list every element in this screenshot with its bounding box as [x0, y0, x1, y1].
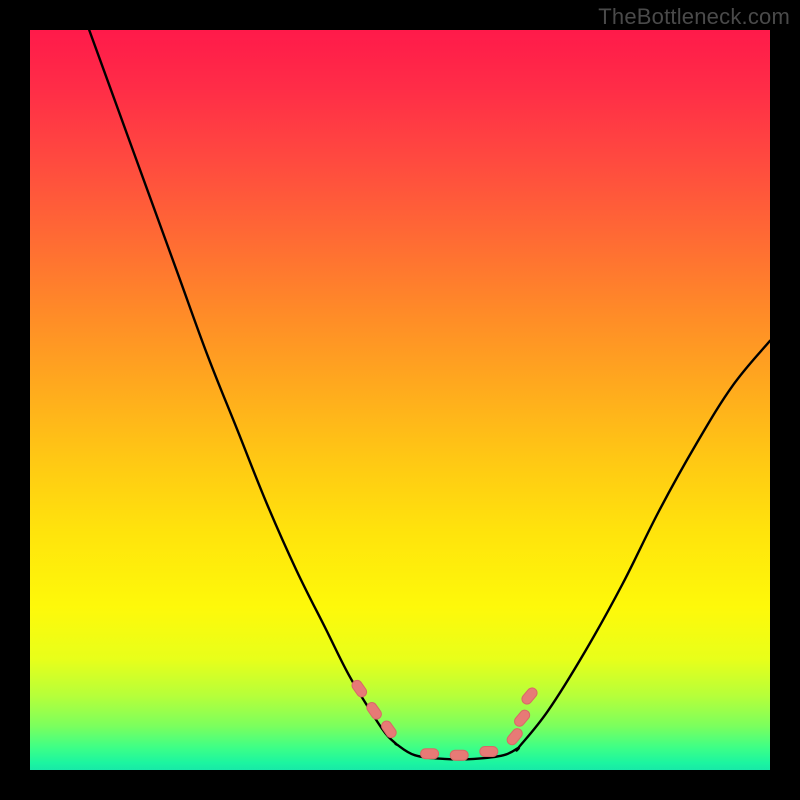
- highlight-marker: [421, 749, 439, 759]
- chart-frame: TheBottleneck.com: [0, 0, 800, 800]
- highlight-marker: [380, 719, 399, 739]
- highlight-marker: [480, 747, 498, 757]
- highlight-marker: [520, 686, 539, 706]
- highlight-marker: [365, 701, 384, 721]
- highlight-marker: [450, 750, 468, 760]
- highlight-markers: [350, 678, 539, 760]
- bottleneck-curve: [89, 30, 770, 759]
- curve-layer: [30, 30, 770, 770]
- watermark-text: TheBottleneck.com: [598, 4, 790, 30]
- plot-area: [30, 30, 770, 770]
- highlight-marker: [512, 708, 531, 728]
